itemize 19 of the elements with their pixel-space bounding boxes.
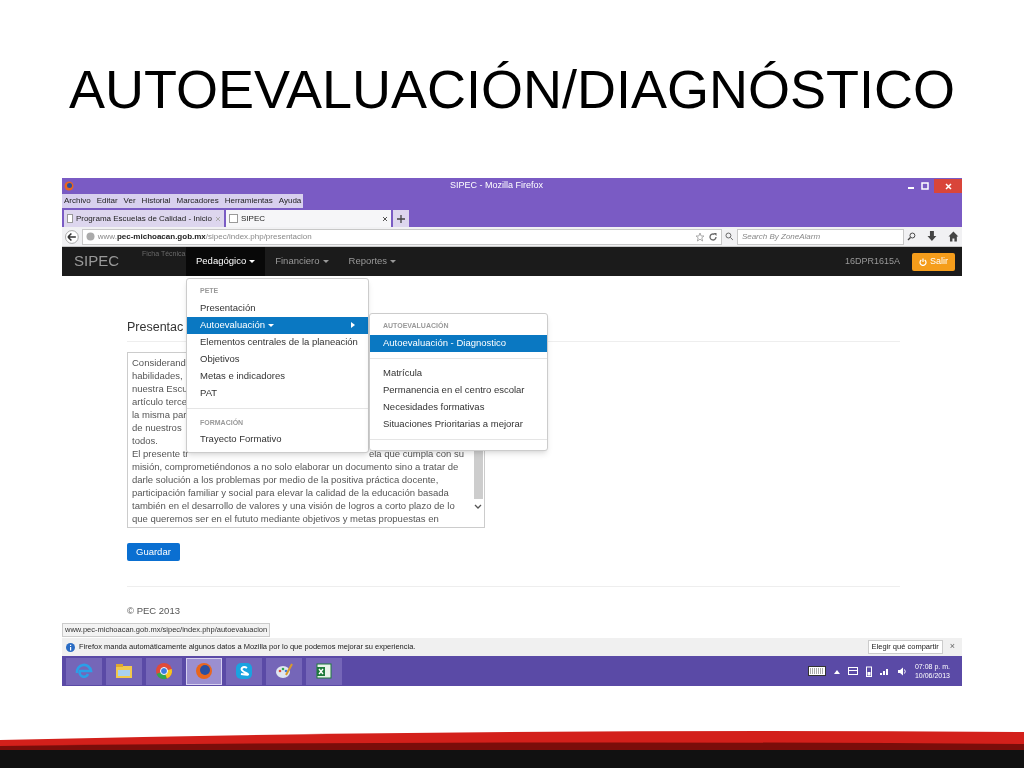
text-line: de nuestros xyxy=(132,421,182,434)
text-line: que queremos ser en el fututo mediante objetivos y metas propuestas en xyxy=(132,512,439,525)
user-code: 16DPR1615A xyxy=(844,254,900,268)
slide-title: AUTOEVALUACIÓN/DIAGNÓSTICO xyxy=(68,62,956,116)
text-line: también en el desarrollo de valores y una visión de logros a corto plazo de lo xyxy=(132,499,455,512)
text-line: todos. xyxy=(132,434,158,447)
text-line: participación familiar y social para elevar la calidad de la educación basada xyxy=(132,486,449,499)
text-line: El presente tr xyxy=(132,447,189,460)
text-line: darle solución a los problemas por medio de la positiva práctica docente, xyxy=(132,473,439,486)
text-line: habilidades, xyxy=(132,369,183,382)
text-line: artículo terce xyxy=(132,395,187,408)
url-text: www.pec-michoacan.gob.mx/sipec/index.php/presentacion xyxy=(97,230,312,243)
window-title: SIPEC - Mozilla Firefox xyxy=(450,179,544,193)
text-line: ela que cumpla con su xyxy=(368,447,465,460)
text-line: Considerand xyxy=(132,356,186,369)
footer-text: © PEC 2013 xyxy=(127,605,180,616)
text-line: misión, comprometiéndonos a no solo elaborar un documento sino a tratar de xyxy=(132,460,459,473)
page-heading: Presentac xyxy=(127,320,184,334)
text-line: la misma par xyxy=(132,408,187,421)
